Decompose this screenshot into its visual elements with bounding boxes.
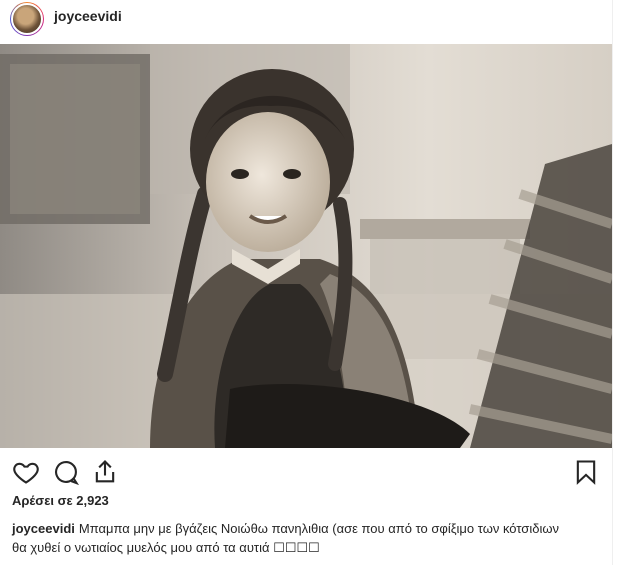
comment-icon[interactable]: [52, 458, 80, 486]
photo-illustration: [0, 44, 612, 448]
instagram-post: joyceevidi Αρέσει σε 2,923 joyceevidi Μπ…: [0, 0, 613, 565]
caption-username[interactable]: joyceevidi: [12, 521, 75, 536]
post-username[interactable]: joyceevidi: [54, 8, 122, 24]
post-header: joyceevidi: [0, 0, 612, 40]
avatar[interactable]: [10, 2, 44, 36]
share-icon[interactable]: [91, 458, 119, 486]
caption-text: Μπαμπα μην με βγάζεις Νοιώθω πανηλιθια (…: [12, 521, 559, 555]
post-caption: joyceevidi Μπαμπα μην με βγάζεις Νοιώθω π…: [12, 519, 572, 557]
avatar-image: [11, 3, 43, 35]
post-photo[interactable]: [0, 44, 612, 448]
heart-icon[interactable]: [12, 458, 40, 486]
likes-count[interactable]: Αρέσει σε 2,923: [12, 493, 109, 508]
bookmark-icon[interactable]: [572, 458, 600, 486]
post-actions: [0, 452, 612, 492]
